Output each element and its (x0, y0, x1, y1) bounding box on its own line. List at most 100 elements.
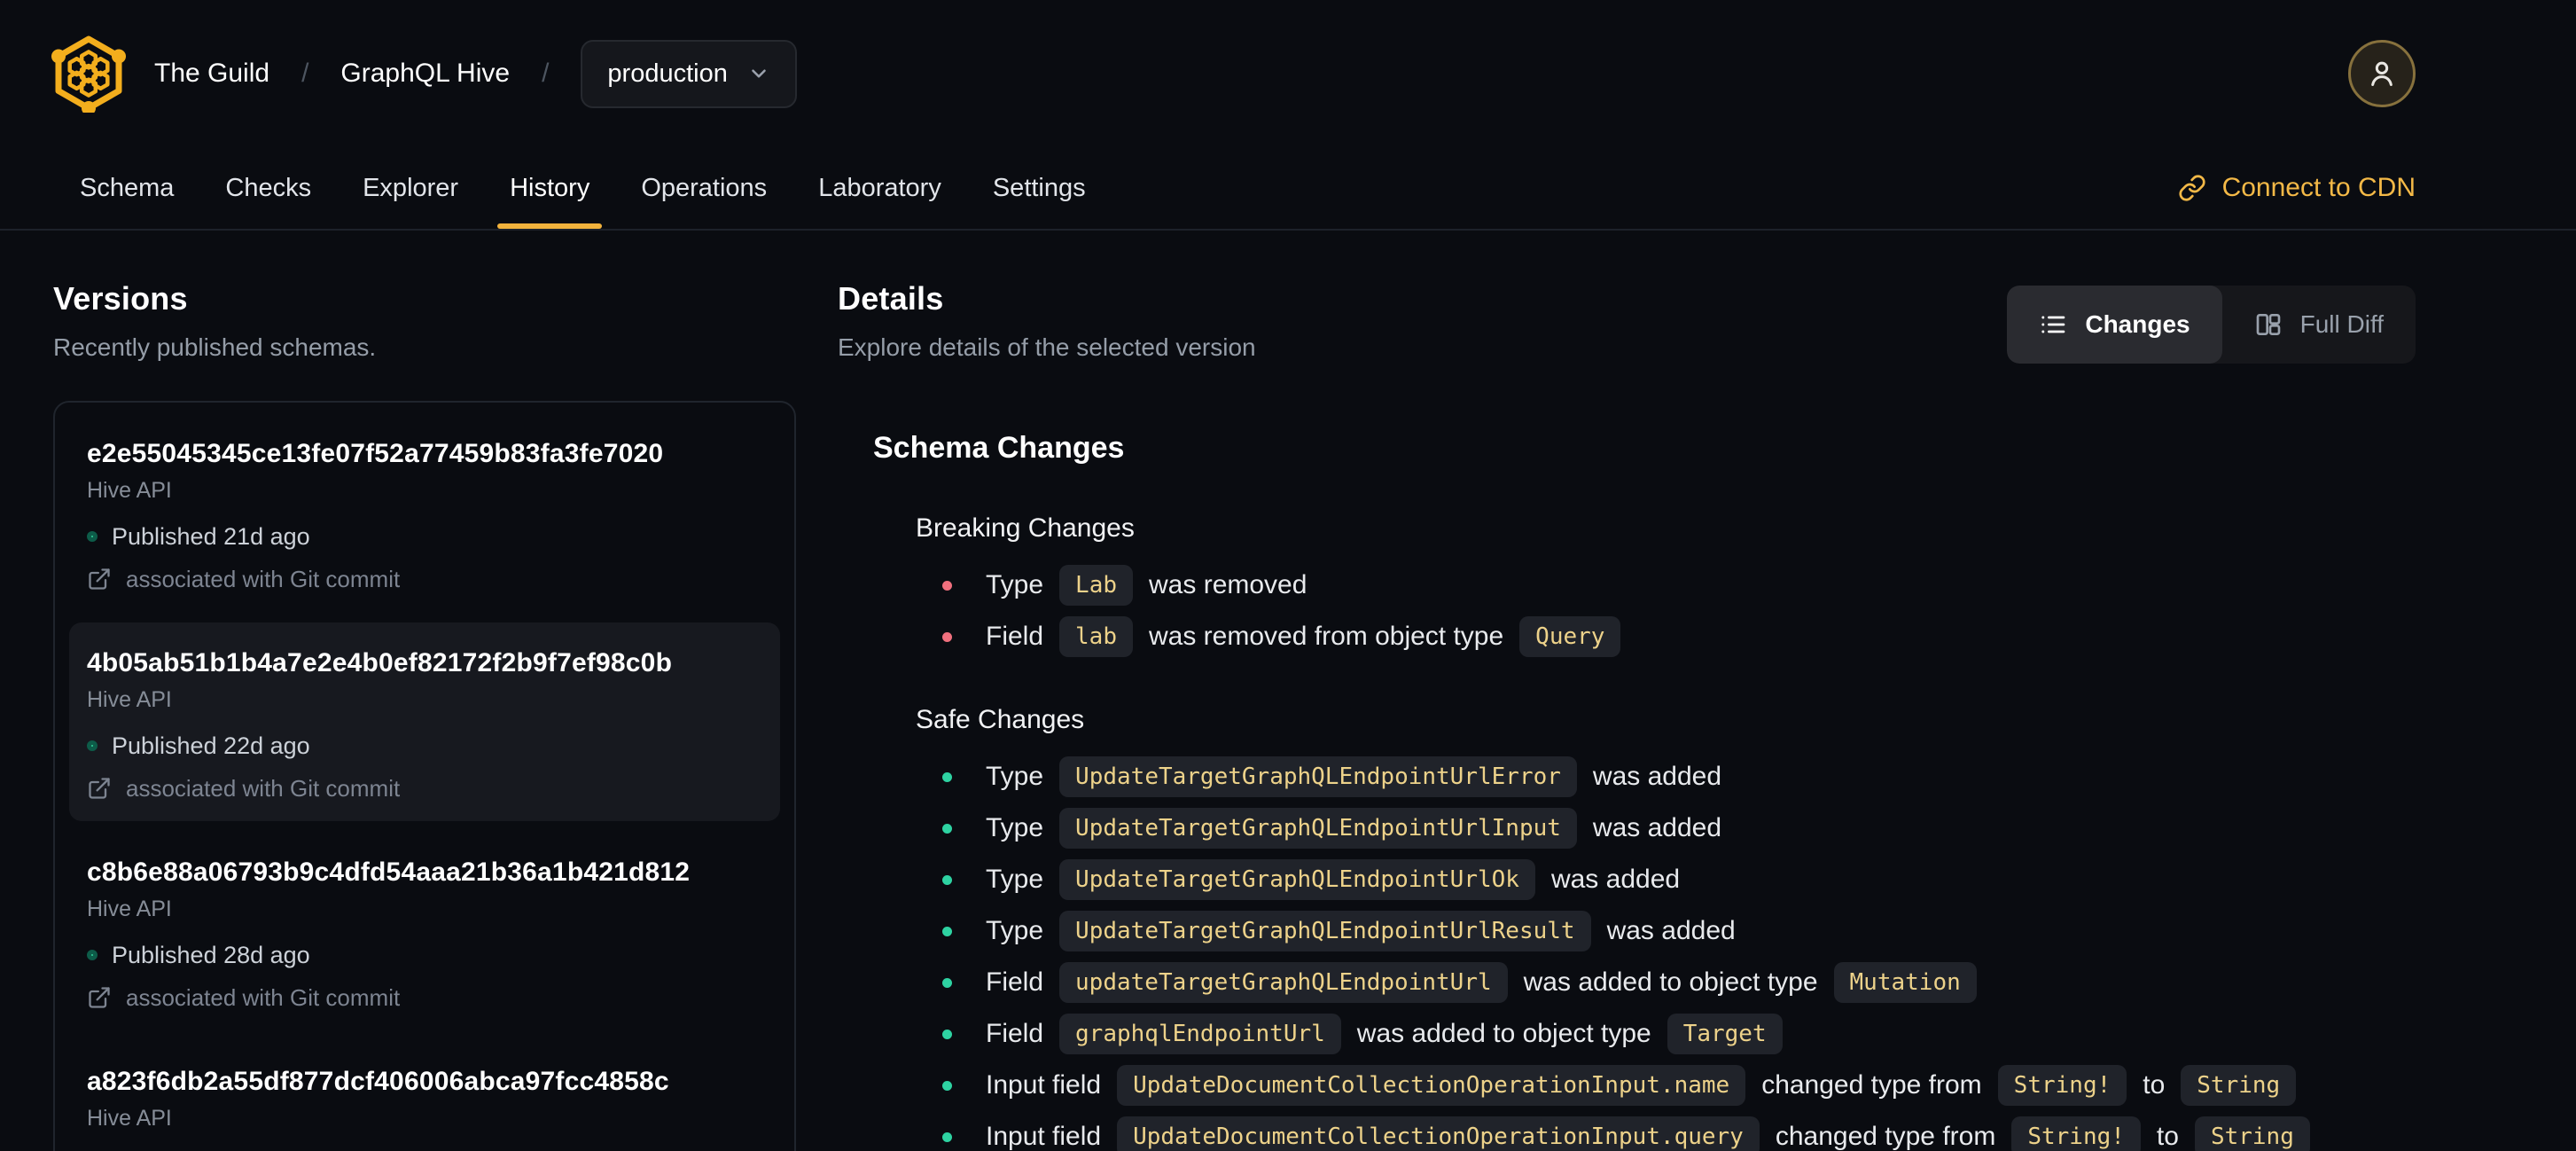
changes-toggle-button[interactable]: Changes (2007, 286, 2222, 364)
version-target: Hive API (87, 897, 172, 921)
change-text: changed type from (1775, 1122, 1996, 1151)
tab-operations[interactable]: Operations (641, 147, 767, 229)
list-icon (2039, 310, 2067, 339)
tab-settings[interactable]: Settings (993, 147, 1086, 229)
breadcrumb-org[interactable]: The Guild (154, 59, 269, 89)
change-text: Type (986, 916, 1044, 945)
breaking-changes-list: Type Lab was removed Field lab was removed fr… (942, 565, 2416, 657)
change-text: to (2156, 1122, 2179, 1151)
safe-changes-title: Safe Changes (916, 705, 1085, 734)
code-chip: String (2194, 1116, 2310, 1151)
bullet-icon (942, 874, 952, 885)
change-item: Type Lab was removed (942, 565, 2416, 606)
code-chip: UpdateDocumentCollectionOperationInput.q… (1117, 1116, 1760, 1151)
header-top-row: The Guild / GraphQL Hive / production (0, 0, 2576, 147)
change-text: Field (986, 622, 1044, 651)
version-card[interactable]: a823f6db2a55df877dcf406006abca97fcc4858c… (69, 1041, 780, 1151)
code-chip: UpdateTargetGraphQLEndpointUrlInput (1059, 808, 1577, 849)
version-card[interactable]: c8b6e88a06793b9c4dfd54aaa21b36a1b421d812… (69, 832, 780, 1030)
external-link-icon (87, 567, 112, 591)
versions-subtitle: Recently published schemas. (53, 333, 377, 361)
hive-logo-icon[interactable] (50, 35, 128, 113)
git-commit-label: associated with Git commit (126, 984, 401, 1011)
link-icon (2178, 174, 2206, 202)
change-text: was added (1592, 813, 1722, 842)
publish-status: Published 22d ago (87, 732, 762, 759)
bullet-icon (942, 1131, 952, 1142)
code-chip: lab (1059, 616, 1133, 657)
code-chip: UpdateTargetGraphQLEndpointUrlError (1059, 756, 1577, 797)
code-chip: Target (1667, 1014, 1783, 1054)
code-chip: Mutation (1833, 962, 1977, 1003)
change-text: was added to object type (1523, 967, 1818, 997)
change-groups: Breaking Changes Type Lab was removed Field l… (873, 513, 2416, 1151)
published-text: Published 22d ago (112, 732, 310, 759)
change-text: was added (1606, 916, 1736, 945)
person-icon (2364, 56, 2400, 91)
main-nav: Schema Checks Explorer History Operations Lab… (0, 147, 2576, 229)
main-content: Versions Recently published schemas. e2e… (0, 231, 2576, 1151)
tab-explorer[interactable]: Explorer (363, 147, 458, 229)
git-commit-link[interactable]: associated with Git commit (87, 775, 762, 802)
change-text: was added (1550, 865, 1681, 894)
view-toggle: Changes Full Diff (2007, 286, 2416, 364)
tab-schema[interactable]: Schema (80, 147, 174, 229)
tab-history[interactable]: History (497, 147, 603, 229)
bullet-icon (942, 771, 952, 782)
change-text: Type (986, 570, 1044, 599)
code-chip: String! (1997, 1065, 2127, 1106)
full-diff-toggle-label: Full Diff (2299, 310, 2384, 338)
user-avatar[interactable] (2348, 40, 2416, 107)
version-hash: e2e55045345ce13fe07f52a77459b83fa3fe7020 (87, 439, 664, 468)
change-text: Type (986, 865, 1044, 894)
published-dot-icon (87, 740, 98, 751)
details-title: Details (838, 280, 944, 317)
code-chip: String! (2011, 1116, 2141, 1151)
code-chip: Lab (1059, 565, 1134, 606)
change-text: to (2143, 1070, 2166, 1100)
app-header: The Guild / GraphQL Hive / production Sc… (0, 0, 2576, 231)
version-card[interactable]: e2e55045345ce13fe07f52a77459b83fa3fe7020… (69, 413, 780, 612)
version-hash: a823f6db2a55df877dcf406006abca97fcc4858c (87, 1067, 669, 1096)
breadcrumb-separator: / (542, 59, 550, 88)
change-text: Type (986, 813, 1044, 842)
change-item: Input field UpdateDocumentCollectionOpera… (942, 1065, 2416, 1106)
change-text: was added to object type (1356, 1019, 1651, 1048)
external-link-icon (87, 985, 112, 1010)
safe-changes-list: Type UpdateTargetGraphQLEndpointUrlError w… (942, 756, 2416, 1151)
full-diff-toggle-button[interactable]: Full Diff (2222, 286, 2416, 364)
breadcrumb: The Guild / GraphQL Hive / production (154, 39, 797, 108)
details-panel: Details Explore details of the selected … (838, 231, 2416, 1151)
changes-toggle-label: Changes (2085, 310, 2190, 338)
tab-laboratory[interactable]: Laboratory (818, 147, 941, 229)
code-chip: graphqlEndpointUrl (1059, 1014, 1341, 1054)
target-select[interactable]: production (581, 39, 797, 108)
change-item: Input field UpdateDocumentCollectionOpera… (942, 1116, 2416, 1151)
chevron-down-icon (747, 62, 770, 85)
git-commit-link[interactable]: associated with Git commit (87, 566, 762, 592)
change-text: was removed from object type (1149, 622, 1504, 651)
version-card[interactable]: 4b05ab51b1b4a7e2e4b0ef82172f2b9f7ef98c0b… (69, 622, 780, 821)
tab-checks[interactable]: Checks (225, 147, 311, 229)
breadcrumb-project[interactable]: GraphQL Hive (340, 59, 510, 89)
details-header: Details Explore details of the selected … (838, 231, 2416, 364)
external-link-icon (87, 776, 112, 801)
git-commit-label: associated with Git commit (126, 775, 401, 802)
bullet-icon (942, 1080, 952, 1091)
change-item: Field lab was removed from object type Quer… (942, 616, 2416, 657)
change-item: Field updateTargetGraphQLEndpointUrl was a… (942, 962, 2416, 1003)
code-chip: UpdateDocumentCollectionOperationInput.n… (1117, 1065, 1746, 1106)
code-chip: String (2181, 1065, 2297, 1106)
main-tabs: Schema Checks Explorer History Operations Lab… (80, 147, 1086, 229)
connect-cdn-link[interactable]: Connect to CDN (2178, 173, 2416, 203)
code-chip: UpdateTargetGraphQLEndpointUrlResult (1059, 911, 1591, 951)
versions-panel: Versions Recently published schemas. e2e… (53, 231, 796, 1151)
change-text: Input field (986, 1070, 1102, 1100)
change-item: Field graphqlEndpointUrl was added to obje… (942, 1014, 2416, 1054)
published-text: Published 21d ago (112, 523, 310, 550)
git-commit-link[interactable]: associated with Git commit (87, 984, 762, 1011)
change-text: Input field (986, 1122, 1102, 1151)
bullet-icon (942, 926, 952, 936)
git-commit-label: associated with Git commit (126, 566, 401, 592)
bullet-icon (942, 631, 952, 642)
